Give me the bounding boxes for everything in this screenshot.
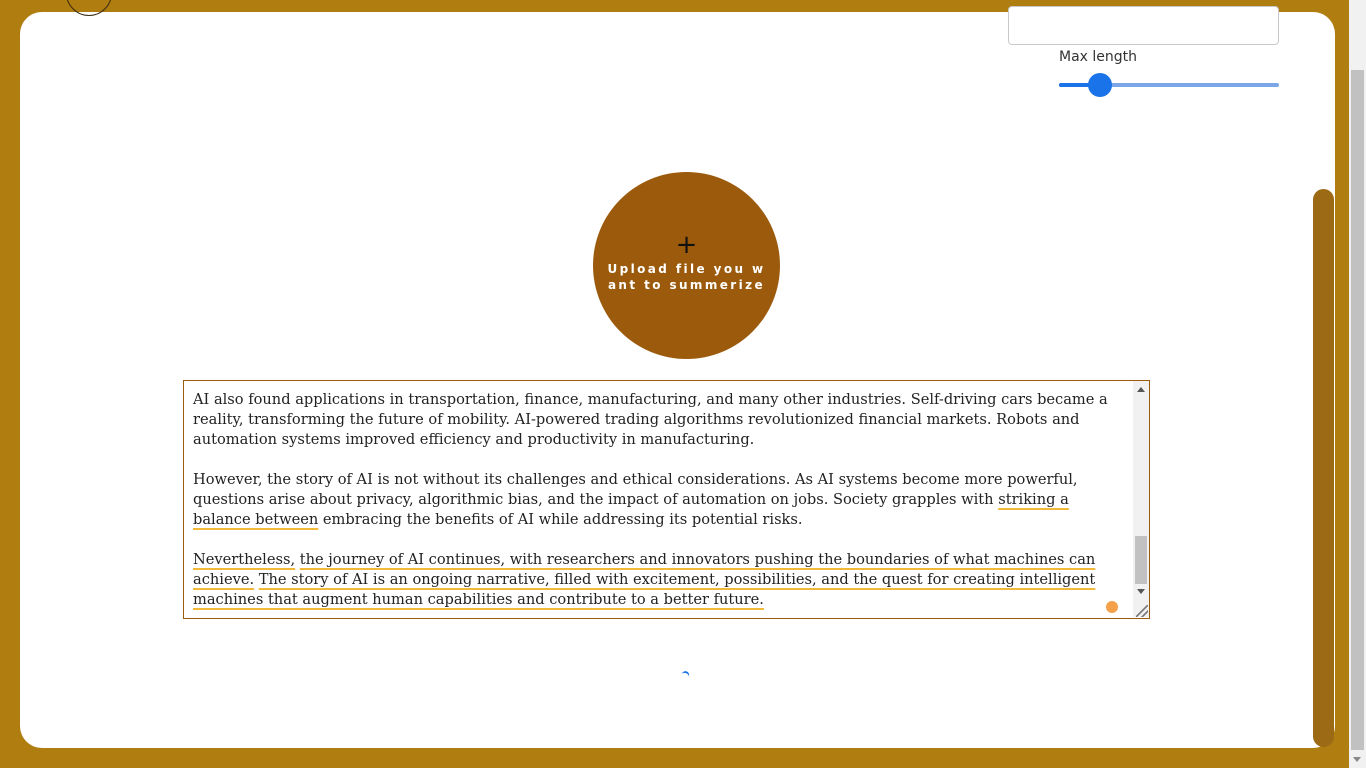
resize-grip-icon[interactable] xyxy=(1136,605,1148,617)
scroll-up-arrow-icon[interactable] xyxy=(1137,387,1145,392)
max-length-label: Max length xyxy=(1059,49,1138,65)
summary-textarea[interactable]: AI also found applications in transporta… xyxy=(183,380,1150,619)
upload-label: Upload file you want to summerize xyxy=(607,261,766,292)
grammar-checker-icon[interactable] xyxy=(1106,601,1118,613)
paragraph: AI also found applications in transporta… xyxy=(193,390,1123,450)
custom-scrollbar-thumb[interactable] xyxy=(1313,189,1334,747)
slider-thumb[interactable] xyxy=(1088,73,1112,97)
textarea-scrollbar[interactable] xyxy=(1133,381,1149,617)
text-segment: embracing the benefits of AI while addre… xyxy=(318,511,803,528)
grammar-suggestion[interactable]: The story of AI is an ongoing narrative,… xyxy=(193,571,1095,608)
logo-icon xyxy=(66,0,112,16)
page-scroll-down-icon[interactable] xyxy=(1353,757,1361,762)
plus-icon: + xyxy=(675,229,698,260)
textarea-scroll-thumb[interactable] xyxy=(1135,536,1147,584)
settings-input[interactable] xyxy=(1008,6,1279,45)
textarea-content: AI also found applications in transporta… xyxy=(193,390,1123,610)
upload-file-button[interactable]: + Upload file you want to summerize xyxy=(593,172,780,359)
paragraph: Nevertheless, the journey of AI continue… xyxy=(193,550,1123,610)
page-scrollbar-thumb[interactable] xyxy=(1351,70,1364,750)
max-length-slider[interactable] xyxy=(1059,72,1281,98)
paragraph: However, the story of AI is not without … xyxy=(193,470,1123,530)
scroll-down-arrow-icon[interactable] xyxy=(1137,589,1145,594)
grammar-suggestion[interactable]: Nevertheless, xyxy=(193,551,295,568)
text-segment: However, the story of AI is not without … xyxy=(193,471,1078,508)
text-segment: AI also found applications in transporta… xyxy=(193,391,1108,448)
